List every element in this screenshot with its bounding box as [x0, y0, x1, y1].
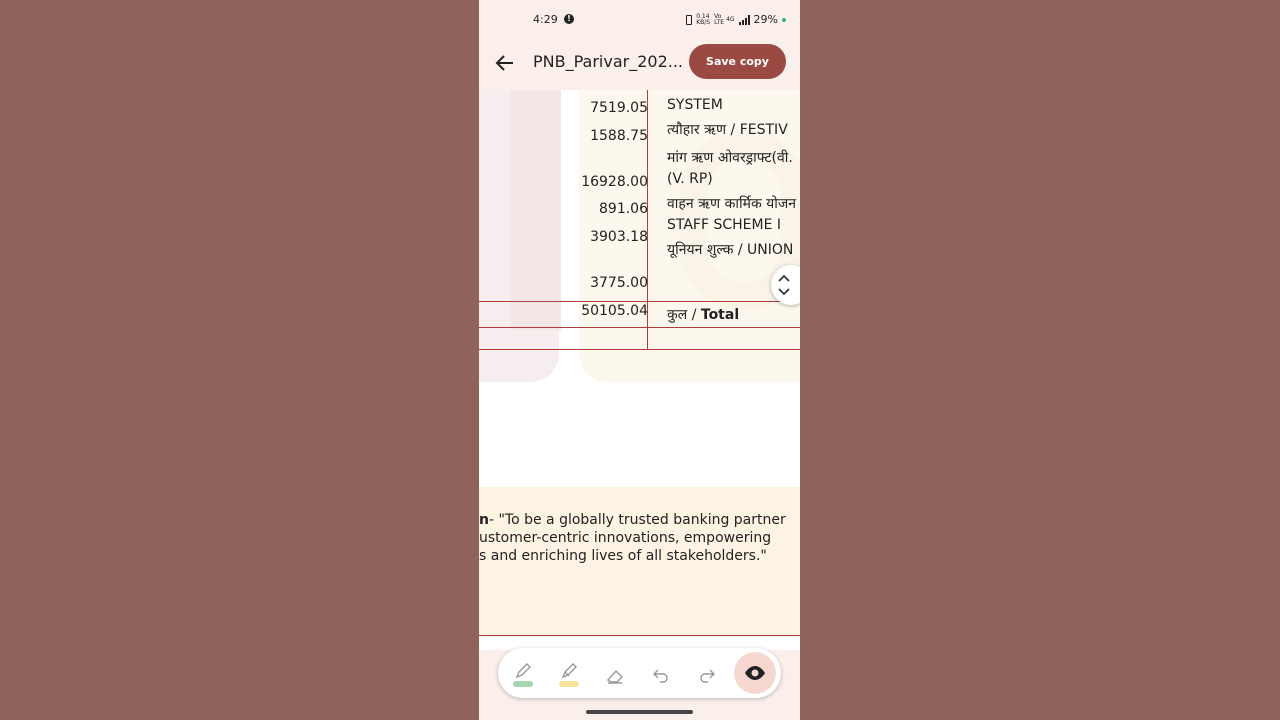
highlighter-color-swatch	[559, 681, 579, 687]
table-cell-amount: 1588.75	[590, 128, 648, 144]
table-cell-amount: 891.06	[599, 201, 648, 217]
battery-percent: 29%	[753, 13, 778, 26]
vision-statement-box: n- "To be a globally trusted banking par…	[479, 487, 800, 635]
app-bar: PNB_Parivar_202... Save copy	[479, 40, 800, 86]
privacy-dot-icon	[782, 17, 786, 22]
highlighter-icon[interactable]	[554, 658, 584, 688]
save-copy-button[interactable]: Save copy	[689, 44, 786, 79]
section-rule	[479, 635, 800, 636]
arrow-left-icon[interactable]	[493, 51, 517, 75]
table-rule	[479, 327, 800, 328]
total-label: कुल / Total	[667, 307, 740, 323]
vibrate-icon	[686, 14, 693, 25]
table-cell-description: (V. RP)	[667, 171, 713, 187]
table-cell-amount: 3903.18	[590, 229, 648, 245]
table-cell-description: SYSTEM	[667, 97, 723, 113]
table-cell-description: मांग ऋण ओवरड्राफ्ट(वी.	[667, 150, 793, 166]
eye-icon[interactable]	[734, 652, 776, 694]
table-cell-amount: 7519.05	[590, 100, 648, 116]
table-cell-description: STAFF SCHEME I	[667, 217, 782, 233]
watermark-shape	[511, 90, 561, 330]
undo-icon[interactable]	[646, 658, 676, 688]
status-icons: 0.14 KB/S Vo LTE 4G 29%	[686, 13, 786, 26]
chevron-up-down-icon	[778, 274, 790, 296]
phone-screen: 4:29 ! 0.14 KB/S Vo LTE 4G 29% PNB_Pariva…	[479, 0, 800, 720]
status-time: 4:29	[533, 13, 558, 26]
volte-label: Vo LTE	[714, 12, 725, 26]
table-cell-description: त्यौहार ऋण / FESTIV	[667, 122, 788, 138]
table-cell-description: वाहन ऋण कार्मिक योजन	[667, 196, 797, 212]
eraser-icon[interactable]	[600, 658, 630, 688]
table-rule	[479, 349, 800, 350]
home-indicator[interactable]	[586, 710, 693, 714]
table-cell-amount: 16928.00	[581, 174, 648, 190]
fast-scroll-handle[interactable]	[771, 265, 800, 305]
total-amount: 50105.04	[581, 303, 648, 319]
network-type: 4G	[726, 15, 735, 23]
table-rule	[479, 301, 800, 302]
annotation-toolbar	[498, 648, 781, 698]
redo-icon[interactable]	[692, 658, 722, 688]
document-page[interactable]: 7519.05 SYSTEM 1588.75 त्यौहार ऋण / FEST…	[479, 90, 800, 650]
table-cell-amount: 3775.00	[590, 275, 648, 291]
pen-color-swatch	[513, 681, 533, 687]
pen-icon[interactable]	[508, 658, 538, 688]
net-speed: 0.14 KB/S	[696, 12, 711, 26]
status-bar: 4:29 ! 0.14 KB/S Vo LTE 4G 29%	[479, 0, 800, 40]
file-title: PNB_Parivar_202...	[533, 52, 683, 71]
vision-statement-text: n- "To be a globally trusted banking par…	[479, 512, 786, 564]
table-cell-description: यूनियन शुल्क / UNION	[667, 242, 794, 258]
signal-icon	[738, 14, 750, 25]
alert-icon: !	[564, 14, 574, 24]
